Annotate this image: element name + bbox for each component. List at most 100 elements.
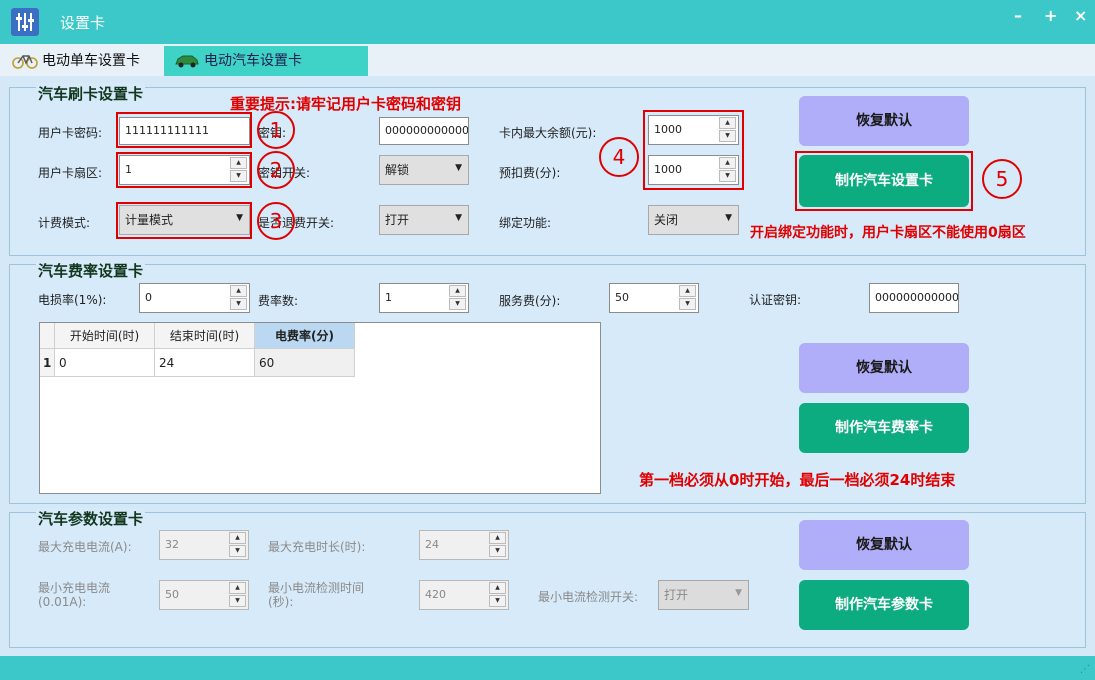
auth-key-input[interactable]: 000000000000 [869, 283, 959, 313]
billing-mode-label: 计费模式: [38, 216, 91, 230]
close-button[interactable]: × [1074, 6, 1087, 25]
tab-ev-label: 电动汽车设置卡 [204, 53, 302, 69]
user-sector-label: 用户卡扇区: [38, 166, 103, 180]
status-bar [0, 656, 1095, 680]
rate-card-group-title: 汽车费率设置卡 [36, 260, 146, 281]
max-current-down-button[interactable]: ▼ [229, 545, 246, 557]
max-balance-label: 卡内最大余额(元): [499, 126, 597, 140]
max-time-label: 最大充电时长(时): [268, 540, 366, 554]
chevron-down-icon: ▼ [735, 588, 742, 598]
chevron-down-icon: ▼ [455, 163, 462, 173]
important-notice: 重要提示:请牢记用户卡密码和密钥 [230, 95, 462, 113]
min-current-value: 50 [165, 588, 179, 601]
marker-1: 1 [257, 111, 295, 149]
key-switch-value: 解锁 [385, 163, 410, 177]
service-fee-label: 服务费(分): [499, 294, 561, 308]
marker-3: 3 [257, 202, 295, 240]
app-settings-icon [11, 8, 39, 36]
rate-count-down-button[interactable]: ▼ [449, 298, 466, 310]
refund-switch-select[interactable]: 打开 ▼ [379, 205, 469, 235]
chevron-down-icon: ▼ [455, 213, 462, 223]
tab-ebike-label: 电动单车设置卡 [42, 53, 140, 69]
min-current-label-line2: (0.01A): [38, 595, 87, 609]
min-detect-time-up-button[interactable]: ▲ [489, 582, 506, 594]
make-param-card-button[interactable]: 制作汽车参数卡 [799, 580, 969, 630]
make-rate-card-button[interactable]: 制作汽车费率卡 [799, 403, 969, 453]
refund-switch-value: 打开 [385, 213, 410, 227]
highlight-box-billing [116, 202, 252, 239]
min-current-down-button[interactable]: ▼ [229, 595, 246, 607]
bicycle-icon [12, 55, 38, 69]
service-fee-down-button[interactable]: ▼ [679, 298, 696, 310]
service-fee-stepper[interactable]: 50 ▲ ▼ [609, 283, 699, 313]
loss-rate-value: 0 [145, 291, 152, 304]
swipe-card-group-title: 汽车刷卡设置卡 [36, 83, 146, 104]
bind-function-label: 绑定功能: [499, 216, 552, 230]
bind-function-value: 关闭 [654, 213, 679, 227]
key-input[interactable]: 000000000000 [379, 117, 469, 145]
loss-rate-stepper[interactable]: 0 ▲ ▼ [139, 283, 250, 313]
car-icon [175, 55, 199, 68]
min-current-stepper[interactable]: 50 ▲ ▼ [159, 580, 249, 610]
table-corner [40, 323, 55, 349]
param-reset-button[interactable]: 恢复默认 [799, 520, 969, 570]
min-current-up-button[interactable]: ▲ [229, 582, 246, 594]
param-card-group-title: 汽车参数设置卡 [36, 508, 146, 529]
min-current-label-line1: 最小充电电流 [38, 581, 111, 595]
table-cell-end[interactable]: 24 [155, 349, 255, 377]
user-password-label: 用户卡密码: [38, 126, 103, 140]
bind-warning: 开启绑定功能时，用户卡扇区不能使用0扇区 [750, 225, 1026, 241]
chevron-down-icon: ▼ [725, 213, 732, 223]
rate-count-stepper[interactable]: 1 ▲ ▼ [379, 283, 469, 313]
rate-count-value: 1 [385, 291, 392, 304]
loss-rate-down-button[interactable]: ▼ [230, 298, 247, 310]
marker-4: 4 [599, 137, 639, 177]
swipe-reset-button[interactable]: 恢复默认 [799, 96, 969, 146]
bind-function-select[interactable]: 关闭 ▼ [648, 205, 739, 235]
min-detect-time-stepper[interactable]: 420 ▲ ▼ [419, 580, 509, 610]
resize-grip-icon[interactable]: ⋰ [1080, 664, 1090, 675]
max-time-value: 24 [425, 538, 439, 551]
maximize-button[interactable]: + [1044, 6, 1057, 25]
max-current-up-button[interactable]: ▲ [229, 532, 246, 544]
tab-ev-settings[interactable]: 电动汽车设置卡 [164, 46, 368, 76]
make-swipe-card-button[interactable]: 制作汽车设置卡 [799, 155, 969, 207]
min-detect-switch-label: 最小电流检测开关: [538, 590, 639, 604]
marker-2: 2 [257, 151, 295, 189]
prepay-label: 预扣费(分): [499, 166, 561, 180]
rate-warning: 第一档必须从0时开始，最后一档必须24时结束 [639, 471, 956, 489]
min-detect-switch-value: 打开 [664, 588, 689, 602]
min-detect-switch-select[interactable]: 打开 ▼ [658, 580, 749, 610]
min-detect-time-label: 最小电流检测时间 (秒): [268, 581, 364, 609]
min-detect-time-down-button[interactable]: ▼ [489, 595, 506, 607]
minimize-button[interactable]: – [1014, 6, 1022, 25]
max-current-value: 32 [165, 538, 179, 551]
highlight-box-password [116, 112, 252, 148]
loss-rate-label: 电损率(1%): [38, 293, 107, 307]
table-cell-start[interactable]: 0 [55, 349, 155, 377]
service-fee-value: 50 [615, 291, 629, 304]
min-detect-time-value: 420 [425, 588, 446, 601]
table-header-rate[interactable]: 电费率(分) [255, 323, 355, 349]
table-cell-rate[interactable]: 60 [255, 349, 355, 377]
table-header-end[interactable]: 结束时间(时) [155, 323, 255, 349]
rate-reset-button[interactable]: 恢复默认 [799, 343, 969, 393]
max-current-label: 最大充电电流(A): [38, 540, 132, 554]
auth-key-label: 认证密钥: [749, 293, 802, 307]
window-title: 设置卡 [60, 14, 106, 32]
rate-count-label: 费率数: [258, 294, 299, 308]
max-time-stepper[interactable]: 24 ▲ ▼ [419, 530, 509, 560]
max-current-stepper[interactable]: 32 ▲ ▼ [159, 530, 249, 560]
marker-5: 5 [982, 159, 1022, 199]
min-detect-time-label-line1: 最小电流检测时间 [268, 581, 365, 595]
table-header-start[interactable]: 开始时间(时) [55, 323, 155, 349]
rate-count-up-button[interactable]: ▲ [449, 285, 466, 297]
service-fee-up-button[interactable]: ▲ [679, 285, 696, 297]
highlight-box-sector [116, 152, 252, 188]
loss-rate-up-button[interactable]: ▲ [230, 285, 247, 297]
key-switch-select[interactable]: 解锁 ▼ [379, 155, 469, 185]
min-current-label: 最小充电电流 (0.01A): [38, 581, 110, 609]
max-time-down-button[interactable]: ▼ [489, 545, 506, 557]
min-detect-time-label-line2: (秒): [268, 595, 294, 609]
max-time-up-button[interactable]: ▲ [489, 532, 506, 544]
